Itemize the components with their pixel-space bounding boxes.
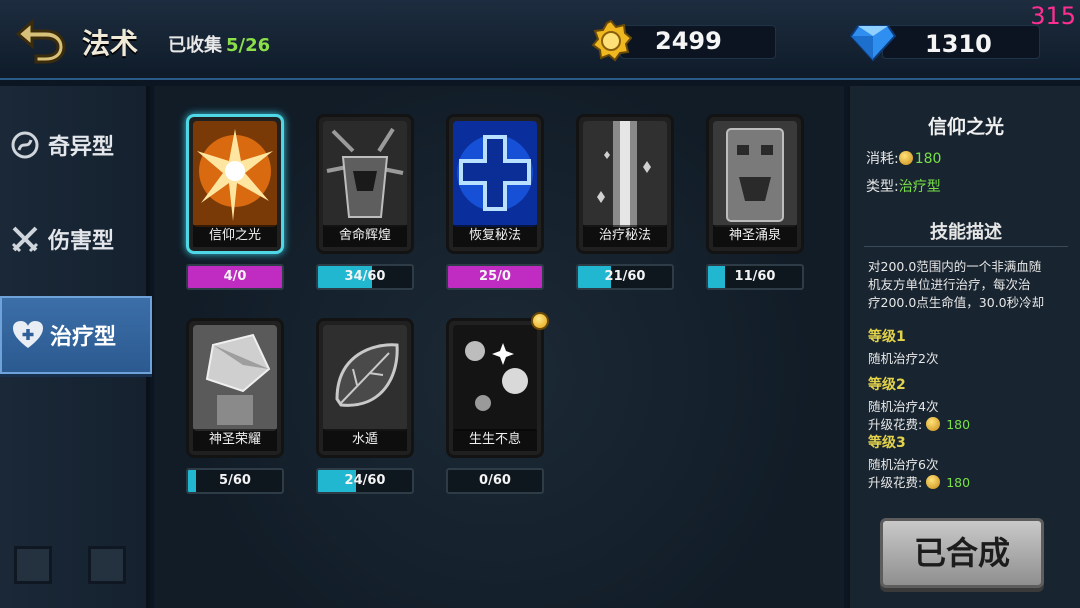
level-title: 等级1 xyxy=(868,329,906,345)
cost-value: 180 xyxy=(914,151,942,167)
progress-bar: 24/60 xyxy=(316,468,414,494)
description-text: 对200.0范围内的一个非满血随 机友方单位进行治疗，每次治 疗200.0点生命… xyxy=(868,258,1068,312)
detail-title: 信仰之光 xyxy=(927,116,1004,138)
level-title: 等级3 xyxy=(868,435,906,451)
progress-text: 11/60 xyxy=(734,269,776,284)
card-name: 恢复秘法 xyxy=(453,225,537,247)
crystal-icon xyxy=(193,325,277,431)
upgrade-label: 升级花费: xyxy=(868,417,923,432)
card-name: 神圣荣耀 xyxy=(193,429,277,451)
cost-row: 消耗: 180 xyxy=(866,148,941,168)
type-value: 治疗型 xyxy=(898,179,941,195)
spell-grid: 信仰之光 4/0 舍命辉煌 34/60 恢复秘法 25/0 治疗秘法 21/60… xyxy=(154,86,844,608)
collected-count: 5/26 xyxy=(226,35,271,56)
totem-icon xyxy=(713,121,797,227)
leaf-icon xyxy=(323,325,407,431)
swirl-icon xyxy=(10,130,40,160)
slot-square xyxy=(14,546,52,584)
description-line: 疗200.0点生命值，30.0秒冷却 xyxy=(868,295,1045,310)
level-effect: 随机治疗6次 xyxy=(868,457,939,472)
back-arrow-icon[interactable] xyxy=(14,14,68,64)
blue-cross-icon xyxy=(453,121,537,227)
gold-coin-icon xyxy=(590,19,633,66)
description-header: 技能描述 xyxy=(930,222,1002,243)
progress-text: 24/60 xyxy=(344,473,386,488)
progress-text: 21/60 xyxy=(604,269,646,284)
level-effect: 随机治疗2次 xyxy=(868,351,939,366)
progress-bar: 11/60 xyxy=(706,264,804,290)
sidebar-item-damage[interactable]: 伤害型 xyxy=(0,200,146,278)
debug-counter: 315 xyxy=(1030,2,1076,30)
sidebar-item-bizarre[interactable]: 奇异型 xyxy=(0,106,146,184)
progress-text: 0/60 xyxy=(479,473,511,488)
coin-icon xyxy=(898,151,913,165)
page-title: 法术 xyxy=(82,27,139,60)
progress-bar: 4/0 xyxy=(186,264,284,290)
card-name: 舍命辉煌 xyxy=(323,225,407,247)
upgrade-label: 升级花费: xyxy=(868,475,923,490)
card-name: 水遁 xyxy=(323,429,407,451)
collected-label: 已收集 xyxy=(168,35,222,56)
light-beam-icon xyxy=(583,121,667,227)
progress-bar: 34/60 xyxy=(316,264,414,290)
spell-card[interactable]: 恢复秘法 xyxy=(446,114,544,254)
type-row: 类型:治疗型 xyxy=(866,176,941,196)
upgrade-cost: 180 xyxy=(946,417,971,432)
sidebar-item-label: 伤害型 xyxy=(48,229,115,254)
sidebar-item-label: 奇异型 xyxy=(48,135,115,160)
progress-text: 34/60 xyxy=(344,269,386,284)
new-badge-dot xyxy=(531,312,549,330)
spell-card[interactable]: 信仰之光 xyxy=(186,114,284,254)
sidebar-item-healing[interactable]: 治疗型 xyxy=(0,296,152,374)
upgrade-cost-row: 升级花费: 180 xyxy=(868,472,970,491)
progress-bar: 25/0 xyxy=(446,264,544,290)
progress-text: 25/0 xyxy=(479,269,511,284)
collected-counter: 已收集 5/26 xyxy=(168,31,270,57)
card-name: 信仰之光 xyxy=(193,225,277,247)
gold-amount: 2499 xyxy=(655,27,722,55)
card-name: 生生不息 xyxy=(453,429,537,451)
crossed-swords-icon xyxy=(10,224,40,254)
description-line: 机友方单位进行治疗，每次治 xyxy=(868,277,1031,292)
blue-gem-icon xyxy=(849,22,897,66)
spell-card[interactable]: 神圣涌泉 xyxy=(706,114,804,254)
level-effect: 随机治疗4次 xyxy=(868,399,939,414)
cost-label: 消耗: xyxy=(866,151,899,167)
divider xyxy=(864,246,1068,247)
gem-amount: 1310 xyxy=(925,30,992,58)
spell-detail-panel: 信仰之光 消耗: 180 类型:治疗型 技能描述 对200.0范围内的一个非满血随… xyxy=(848,86,1080,608)
card-name: 神圣涌泉 xyxy=(713,225,797,247)
progress-bar: 21/60 xyxy=(576,264,674,290)
slot-square xyxy=(88,546,126,584)
spell-card[interactable]: 神圣荣耀 xyxy=(186,318,284,458)
description-line: 对200.0范围内的一个非满血随 xyxy=(868,259,1042,274)
progress-bar: 0/60 xyxy=(446,468,544,494)
merged-button[interactable]: 已合成 xyxy=(880,518,1044,588)
progress-text: 4/0 xyxy=(223,269,247,284)
heart-plus-icon xyxy=(12,320,43,350)
sparkle-orbs-icon xyxy=(453,325,537,431)
level-title: 等级2 xyxy=(868,377,906,393)
light-burst-icon xyxy=(193,121,277,227)
spell-card[interactable]: 治疗秘法 xyxy=(576,114,674,254)
beast-spirit-icon xyxy=(323,121,407,227)
coin-icon xyxy=(926,417,941,431)
top-bar: 法术 已收集 5/26 2499 1310 315 xyxy=(0,0,1080,80)
sidebar-item-label: 治疗型 xyxy=(50,325,117,350)
category-sidebar: 奇异型 伤害型 治疗型 xyxy=(0,86,152,608)
type-label: 类型: xyxy=(866,179,899,195)
upgrade-cost: 180 xyxy=(946,475,971,490)
progress-text: 5/60 xyxy=(219,473,251,488)
upgrade-cost-row: 升级花费: 180 xyxy=(868,414,970,433)
spell-card[interactable]: 舍命辉煌 xyxy=(316,114,414,254)
spell-card[interactable]: 生生不息 xyxy=(446,318,544,458)
card-name: 治疗秘法 xyxy=(583,225,667,247)
progress-bar: 5/60 xyxy=(186,468,284,494)
coin-icon xyxy=(926,475,941,489)
spell-card[interactable]: 水遁 xyxy=(316,318,414,458)
